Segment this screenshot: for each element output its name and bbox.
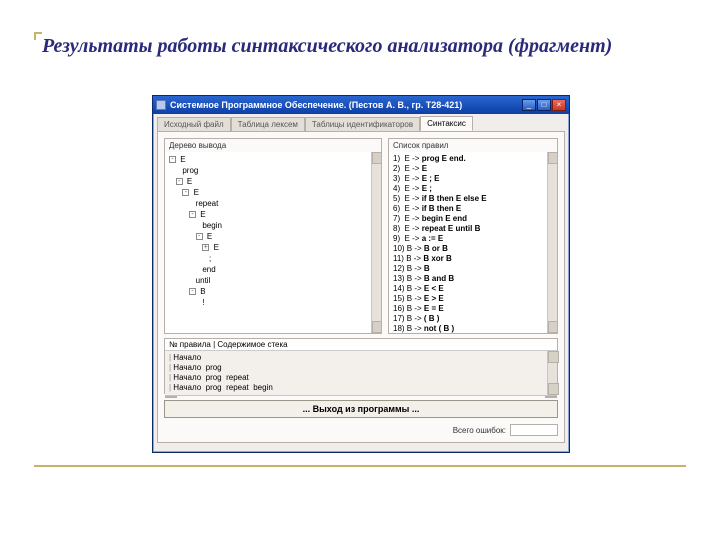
rules-title: Список правил: [389, 139, 557, 152]
rule-row[interactable]: 4) E -> E ;: [393, 184, 553, 194]
stack-row[interactable]: | Начало: [169, 353, 553, 363]
parse-tree-panel: Дерево вывода - E prog - E - E repeat - …: [164, 138, 382, 334]
tree-scrollbar[interactable]: [371, 152, 381, 333]
tree-row[interactable]: + E: [169, 242, 377, 253]
tree-row[interactable]: - E: [169, 209, 377, 220]
rule-row[interactable]: 5) E -> if B then E else E: [393, 194, 553, 204]
tree-row[interactable]: - E: [169, 176, 377, 187]
rule-row[interactable]: 11) B -> B xor B: [393, 254, 553, 264]
tree-row[interactable]: prog: [169, 165, 377, 176]
rule-row[interactable]: 6) E -> if B then E: [393, 204, 553, 214]
tab-3[interactable]: Синтаксис: [420, 116, 473, 131]
rule-row[interactable]: 12) B -> B: [393, 264, 553, 274]
parse-tree-title: Дерево вывода: [165, 139, 381, 152]
stack-body[interactable]: | Начало| Начало prog| Начало prog repea…: [165, 350, 557, 395]
stack-row[interactable]: | Начало prog repeat begin: [169, 383, 553, 393]
rule-row[interactable]: 1) E -> prog E end.: [393, 154, 553, 164]
stack-row[interactable]: | Начало prog repeat: [169, 373, 553, 383]
slide-footer-rule: [34, 465, 686, 467]
rule-row[interactable]: 7) E -> begin E end: [393, 214, 553, 224]
titlebar[interactable]: Системное Программное Обеспечение. (Пест…: [153, 96, 569, 114]
minimize-button[interactable]: _: [522, 99, 536, 111]
parse-tree-body[interactable]: - E prog - E - E repeat - E begin - E + …: [165, 152, 381, 333]
tab-1[interactable]: Таблица лексем: [231, 117, 305, 131]
tree-row[interactable]: repeat: [169, 198, 377, 209]
rule-row[interactable]: 18) B -> not ( B ): [393, 324, 553, 333]
window-title: Системное Программное Обеспечение. (Пест…: [170, 100, 522, 110]
errors-count-field: [510, 424, 558, 436]
close-button[interactable]: ×: [552, 99, 566, 111]
tree-row[interactable]: !: [169, 297, 377, 308]
app-icon: [156, 100, 166, 110]
stack-hscrollbar[interactable]: [165, 395, 557, 396]
rule-row[interactable]: 2) E -> E: [393, 164, 553, 174]
rule-row[interactable]: 15) B -> E > E: [393, 294, 553, 304]
rule-row[interactable]: 8) E -> repeat E until B: [393, 224, 553, 234]
slide-title: Результаты работы синтаксического анализ…: [42, 34, 686, 58]
exit-button[interactable]: ... Выход из программы ...: [164, 400, 558, 418]
maximize-button[interactable]: □: [537, 99, 551, 111]
tree-row[interactable]: - B: [169, 286, 377, 297]
stack-row[interactable]: | Начало prog: [169, 363, 553, 373]
tab-bar: Исходный файлТаблица лексемТаблицы идент…: [153, 114, 569, 131]
rule-row[interactable]: 10) B -> B or B: [393, 244, 553, 254]
app-window: Системное Программное Обеспечение. (Пест…: [152, 95, 570, 453]
rule-row[interactable]: 3) E -> E ; E: [393, 174, 553, 184]
rules-scrollbar[interactable]: [547, 152, 557, 333]
errors-label: Всего ошибок:: [453, 426, 506, 435]
client-area: Дерево вывода - E prog - E - E repeat - …: [157, 131, 565, 443]
rule-row[interactable]: 13) B -> B and B: [393, 274, 553, 284]
tree-row[interactable]: end: [169, 264, 377, 275]
stack-header: № правила | Содержимое стека: [165, 339, 557, 350]
tree-row[interactable]: - E: [169, 231, 377, 242]
rule-row[interactable]: 9) E -> a := E: [393, 234, 553, 244]
rules-body[interactable]: 1) E -> prog E end.2) E -> E3) E -> E ; …: [389, 152, 557, 333]
tree-row[interactable]: ;: [169, 253, 377, 264]
rule-row[interactable]: 16) B -> E = E: [393, 304, 553, 314]
tree-row[interactable]: until: [169, 275, 377, 286]
tree-row[interactable]: - E: [169, 187, 377, 198]
tab-0[interactable]: Исходный файл: [157, 117, 231, 131]
slide-corner-ornament: [34, 32, 42, 40]
tab-2[interactable]: Таблицы идентификаторов: [305, 117, 420, 131]
tree-row[interactable]: begin: [169, 220, 377, 231]
rule-row[interactable]: 17) B -> ( B ): [393, 314, 553, 324]
stack-panel: № правила | Содержимое стека | Начало| Н…: [164, 338, 558, 394]
rule-row[interactable]: 14) B -> E < E: [393, 284, 553, 294]
rules-panel: Список правил 1) E -> prog E end.2) E ->…: [388, 138, 558, 334]
stack-vscrollbar[interactable]: [547, 351, 557, 395]
tree-row[interactable]: - E: [169, 154, 377, 165]
